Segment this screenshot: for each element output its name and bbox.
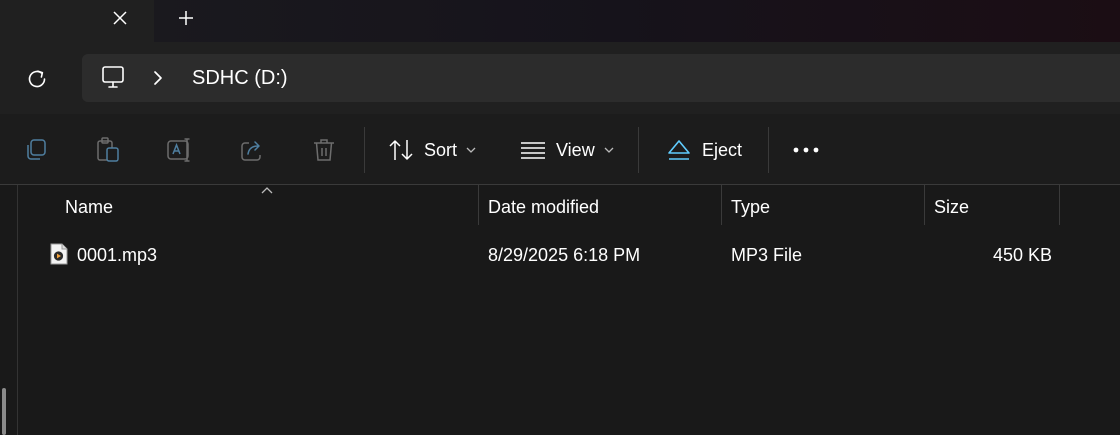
paste-icon bbox=[97, 137, 119, 162]
share-icon bbox=[241, 141, 261, 161]
navigation-pane-edge bbox=[17, 185, 18, 435]
file-date-modified: 8/29/2025 6:18 PM bbox=[488, 245, 641, 265]
tab-strip bbox=[0, 0, 1120, 42]
navigation-pane-scrollbar[interactable] bbox=[2, 388, 6, 435]
plus-icon bbox=[179, 11, 193, 25]
chevron-right-icon[interactable] bbox=[150, 68, 166, 88]
separator bbox=[768, 127, 769, 173]
trash-icon bbox=[314, 139, 334, 161]
column-divider[interactable] bbox=[924, 185, 925, 225]
column-divider[interactable] bbox=[1059, 185, 1060, 225]
this-pc-icon[interactable] bbox=[100, 65, 128, 91]
address-bar[interactable]: SDHC (D:) bbox=[82, 54, 1120, 102]
separator bbox=[638, 127, 639, 173]
column-header-size[interactable]: Size bbox=[934, 185, 969, 225]
separator bbox=[364, 127, 365, 173]
refresh-icon bbox=[28, 70, 46, 88]
more-options-button[interactable] bbox=[792, 136, 820, 164]
copy-icon bbox=[27, 139, 46, 160]
file-size: 450 KB bbox=[993, 245, 1053, 265]
active-tab[interactable] bbox=[0, 0, 154, 42]
copy-button[interactable] bbox=[22, 136, 50, 164]
eject-label: Eject bbox=[702, 139, 743, 160]
close-icon bbox=[113, 11, 127, 25]
sort-button[interactable]: Sort bbox=[388, 131, 476, 169]
column-divider[interactable] bbox=[721, 185, 722, 225]
share-button[interactable] bbox=[238, 136, 266, 164]
close-tab-button[interactable] bbox=[106, 4, 134, 32]
file-type: MP3 File bbox=[731, 245, 803, 265]
column-divider[interactable] bbox=[478, 185, 479, 225]
chevron-down-icon bbox=[604, 147, 614, 154]
column-header-type[interactable]: Type bbox=[731, 185, 770, 225]
navigation-bar: SDHC (D:) bbox=[0, 42, 1120, 114]
file-row[interactable]: 0001.mp3 8/29/2025 6:18 PM MP3 File 450 … bbox=[36, 238, 1066, 272]
rename-button[interactable] bbox=[166, 136, 194, 164]
view-list-icon bbox=[521, 142, 545, 159]
file-list-pane: Name Date modified Type Size 0001.mp3 8/… bbox=[0, 185, 1120, 435]
file-name: 0001.mp3 bbox=[77, 245, 158, 265]
eject-icon bbox=[668, 140, 690, 160]
breadcrumb-drive[interactable]: SDHC (D:) bbox=[192, 67, 288, 89]
sort-ascending-icon bbox=[261, 187, 273, 194]
column-header-name[interactable]: Name bbox=[65, 185, 113, 225]
paste-button[interactable] bbox=[94, 136, 122, 164]
new-tab-button[interactable] bbox=[172, 4, 200, 32]
sort-label: Sort bbox=[424, 139, 458, 160]
more-icon bbox=[793, 147, 819, 153]
refresh-button[interactable] bbox=[20, 62, 54, 96]
delete-button[interactable] bbox=[310, 136, 338, 164]
command-bar: Sort View Eject bbox=[0, 114, 1120, 185]
view-button[interactable]: View bbox=[520, 131, 614, 169]
rename-icon bbox=[167, 138, 190, 162]
eject-button[interactable]: Eject bbox=[666, 131, 742, 169]
chevron-down-icon bbox=[466, 147, 476, 154]
sort-icon bbox=[389, 140, 413, 160]
column-header-date-modified[interactable]: Date modified bbox=[488, 185, 599, 225]
audio-file-icon bbox=[50, 243, 68, 265]
view-label: View bbox=[556, 139, 595, 160]
